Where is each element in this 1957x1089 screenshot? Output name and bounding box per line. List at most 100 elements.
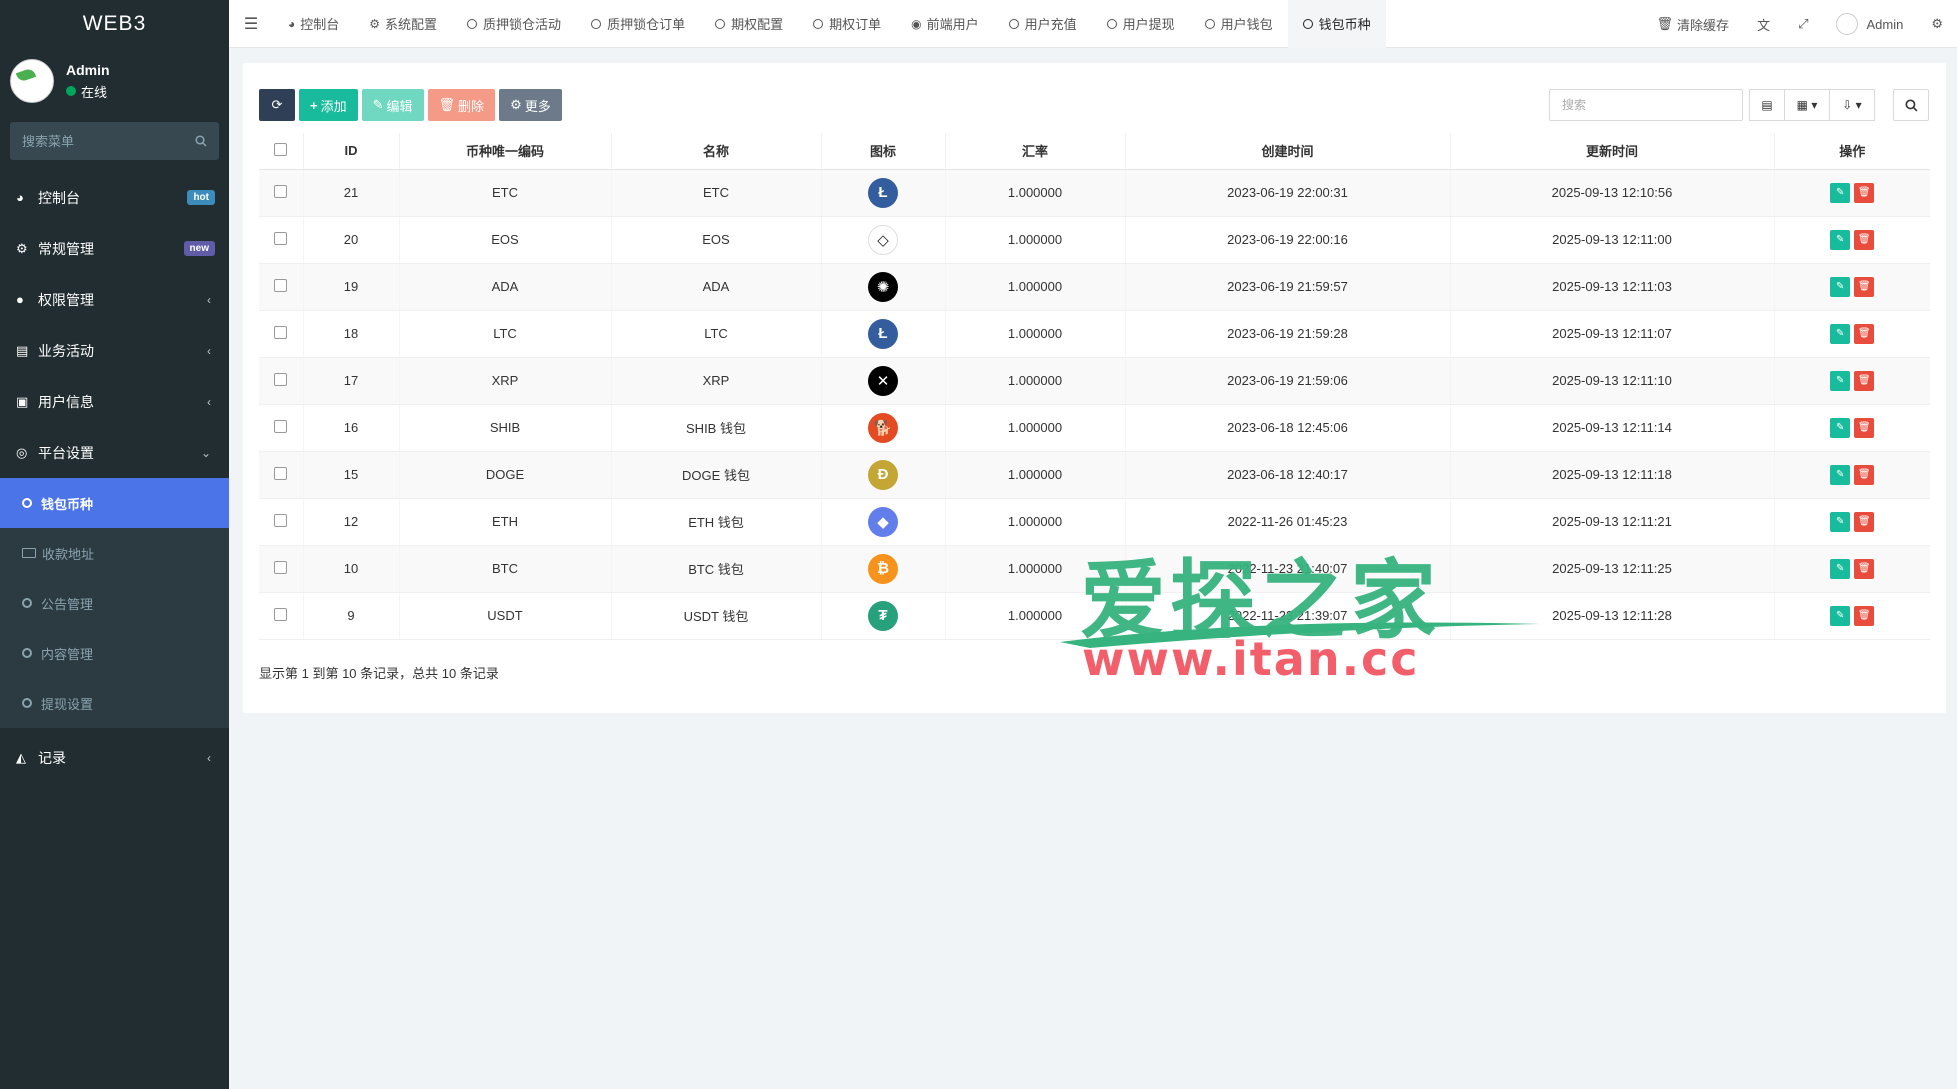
row-delete-button[interactable]: 🗑 bbox=[1854, 417, 1875, 438]
admin-menu[interactable]: Admin bbox=[1822, 13, 1917, 35]
table-row[interactable]: 21 ETC ETC Ł 1.000000 2023-06-19 22:00:31 2025… bbox=[259, 169, 1930, 217]
row-checkbox[interactable] bbox=[274, 466, 288, 480]
app-logo[interactable]: WEB3 bbox=[0, 0, 229, 48]
row-edit-button[interactable]: ✎ bbox=[1830, 323, 1851, 344]
col-header[interactable]: 图标 bbox=[821, 133, 946, 170]
table-search-input[interactable] bbox=[1549, 89, 1743, 121]
sidebar-subitem-withdraw[interactable]: 提现设置 bbox=[0, 678, 229, 728]
refresh-button[interactable]: ⟳ bbox=[259, 89, 295, 121]
sidebar-subitem-notice[interactable]: 公告管理 bbox=[0, 578, 229, 628]
row-edit-button[interactable]: ✎ bbox=[1830, 511, 1851, 532]
col-header[interactable]: 币种唯一编码 bbox=[399, 133, 612, 170]
gears-icon[interactable]: ⚙ bbox=[1917, 16, 1957, 32]
row-checkbox[interactable] bbox=[274, 278, 288, 292]
sidebar-item-dashboard[interactable]: ◕ 控制台 hot bbox=[0, 172, 229, 223]
table-row[interactable]: 12 ETH ETH 钱包 ◆ 1.000000 2022-11-26 01:45:23 2… bbox=[259, 498, 1930, 546]
sidebar-item-userinfo[interactable]: ▣ 用户信息 ‹ bbox=[0, 376, 229, 427]
tab-frontend-user[interactable]: ◉ 前端用户 bbox=[896, 0, 994, 48]
row-checkbox[interactable] bbox=[274, 372, 288, 386]
row-delete-button[interactable]: 🗑 bbox=[1854, 182, 1875, 203]
row-checkbox[interactable] bbox=[274, 513, 288, 527]
add-button[interactable]: + 添加 bbox=[299, 89, 358, 121]
sidebar-item-general[interactable]: ⚙ 常规管理 new bbox=[0, 223, 229, 274]
sidebar-subitem-address[interactable]: 收款地址 bbox=[0, 528, 229, 578]
clear-cache-button[interactable]: 🗑 清除缓存 bbox=[1643, 15, 1744, 34]
tab-label: 期权配置 bbox=[731, 17, 784, 32]
sidebar-item-records[interactable]: ◭ 记录 ‹ bbox=[0, 732, 229, 783]
row-delete-button[interactable]: 🗑 bbox=[1854, 511, 1875, 532]
row-delete-button[interactable]: 🗑 bbox=[1854, 229, 1875, 250]
sidebar-item-business[interactable]: ▤ 业务活动 ‹ bbox=[0, 325, 229, 376]
row-delete-button[interactable]: 🗑 bbox=[1854, 558, 1875, 579]
table-row[interactable]: 18 LTC LTC Ł 1.000000 2023-06-19 21:59:28 2025… bbox=[259, 310, 1930, 358]
row-edit-button[interactable]: ✎ bbox=[1830, 182, 1851, 203]
tab-dashboard[interactable]: ◕ 控制台 bbox=[273, 0, 354, 48]
table-row[interactable]: 19 ADA ADA ✺ 1.000000 2023-06-19 21:59:57 2025… bbox=[259, 263, 1930, 311]
col-header[interactable]: 名称 bbox=[611, 133, 822, 170]
row-checkbox[interactable] bbox=[274, 231, 288, 245]
tab-option-order[interactable]: 期权订单 bbox=[798, 0, 896, 48]
row-checkbox[interactable] bbox=[274, 419, 288, 433]
table-row[interactable]: 20 EOS EOS ◇ 1.000000 2023-06-19 22:00:16 2025… bbox=[259, 216, 1930, 264]
delete-button[interactable]: 🗑 删除 bbox=[427, 89, 496, 121]
tab-user-wallet[interactable]: 用户钱包 bbox=[1190, 0, 1288, 48]
col-header[interactable]: 汇率 bbox=[945, 133, 1126, 170]
table-row[interactable]: 17 XRP XRP ✕ 1.000000 2023-06-19 21:59:06 2025… bbox=[259, 357, 1930, 405]
tab-system-config[interactable]: ⚙ 系统配置 bbox=[354, 0, 452, 48]
list-icon: ▤ bbox=[1761, 98, 1773, 112]
row-delete-button[interactable]: 🗑 bbox=[1854, 276, 1875, 297]
row-edit-button[interactable]: ✎ bbox=[1830, 370, 1851, 391]
row-checkbox[interactable] bbox=[274, 560, 288, 574]
row-edit-button[interactable]: ✎ bbox=[1830, 229, 1851, 250]
tab-wallet-coin[interactable]: 钱包币种 bbox=[1287, 0, 1386, 48]
row-checkbox[interactable] bbox=[274, 325, 288, 339]
sidebar-item-label: 权限管理 bbox=[38, 291, 94, 308]
row-edit-button[interactable]: ✎ bbox=[1830, 558, 1851, 579]
tab-staking-activity[interactable]: 质押锁仓活动 bbox=[452, 0, 576, 48]
pencil-icon: ✎ bbox=[1836, 610, 1845, 621]
fullscreen-icon[interactable]: ⤢ bbox=[1784, 16, 1822, 32]
hamburger-icon[interactable]: ☰ bbox=[229, 14, 273, 34]
table-row[interactable]: 9 USDT USDT 钱包 ₮ 1.000000 2022-11-23 21:39:07… bbox=[259, 592, 1930, 640]
row-edit-button[interactable]: ✎ bbox=[1830, 417, 1851, 438]
row-delete-button[interactable]: 🗑 bbox=[1854, 605, 1875, 626]
row-delete-button[interactable]: 🗑 bbox=[1854, 323, 1875, 344]
row-delete-button[interactable]: 🗑 bbox=[1854, 370, 1875, 391]
row-edit-button[interactable]: ✎ bbox=[1830, 605, 1851, 626]
row-select-cell bbox=[259, 310, 304, 358]
row-checkbox[interactable] bbox=[274, 607, 288, 621]
columns-button[interactable]: ▦ ▾ bbox=[1784, 89, 1830, 121]
table-row[interactable]: 10 BTC BTC 钱包 ₿ 1.000000 2022-11-23 21:40:07 2… bbox=[259, 545, 1930, 593]
language-icon[interactable]: 文 bbox=[1743, 15, 1784, 34]
row-edit-button[interactable]: ✎ bbox=[1830, 276, 1851, 297]
toggle-view-button[interactable]: ▤ bbox=[1749, 89, 1785, 121]
select-all-checkbox[interactable] bbox=[274, 142, 288, 156]
row-checkbox[interactable] bbox=[274, 184, 288, 198]
table-row[interactable]: 16 SHIB SHIB 钱包 🐕 1.000000 2023-06-18 12:45:0… bbox=[259, 404, 1930, 452]
sidebar-subitem-content[interactable]: 内容管理 bbox=[0, 628, 229, 678]
table-row[interactable]: 15 DOGE DOGE 钱包 Ð 1.000000 2023-06-18 12:40:1… bbox=[259, 451, 1930, 499]
sidebar-subitem-wallet-coin[interactable]: 钱包币种 bbox=[0, 478, 229, 528]
refresh-icon: ⟳ bbox=[271, 97, 283, 112]
tab-staking-order[interactable]: 质押锁仓订单 bbox=[576, 0, 700, 48]
cell-code: USDT bbox=[399, 592, 612, 640]
col-header[interactable]: 更新时间 bbox=[1450, 133, 1775, 170]
col-header[interactable]: ID bbox=[303, 133, 400, 170]
col-header[interactable]: 创建时间 bbox=[1125, 133, 1451, 170]
edit-button[interactable]: ✎ 编辑 bbox=[361, 89, 424, 121]
row-edit-button[interactable]: ✎ bbox=[1830, 464, 1851, 485]
search-icon[interactable] bbox=[195, 135, 207, 147]
table-search-button[interactable] bbox=[1893, 89, 1929, 121]
cell-icon: ◇ bbox=[821, 216, 946, 264]
row-delete-button[interactable]: 🗑 bbox=[1854, 464, 1875, 485]
export-button[interactable]: ⇩ ▾ bbox=[1829, 89, 1875, 121]
sidebar-search-input[interactable] bbox=[22, 133, 172, 149]
avatar bbox=[10, 59, 54, 103]
address-book-icon: ▣ bbox=[16, 393, 29, 409]
sidebar-item-platform[interactable]: ◎ 平台设置 ⌄ bbox=[0, 427, 229, 478]
tab-option-config[interactable]: 期权配置 bbox=[700, 0, 798, 48]
more-button[interactable]: ⚙ 更多 bbox=[499, 89, 562, 121]
sidebar-item-auth[interactable]: ● 权限管理 ‹ bbox=[0, 274, 229, 325]
tab-user-recharge[interactable]: 用户充值 bbox=[994, 0, 1092, 48]
tab-user-withdraw[interactable]: 用户提现 bbox=[1092, 0, 1190, 48]
